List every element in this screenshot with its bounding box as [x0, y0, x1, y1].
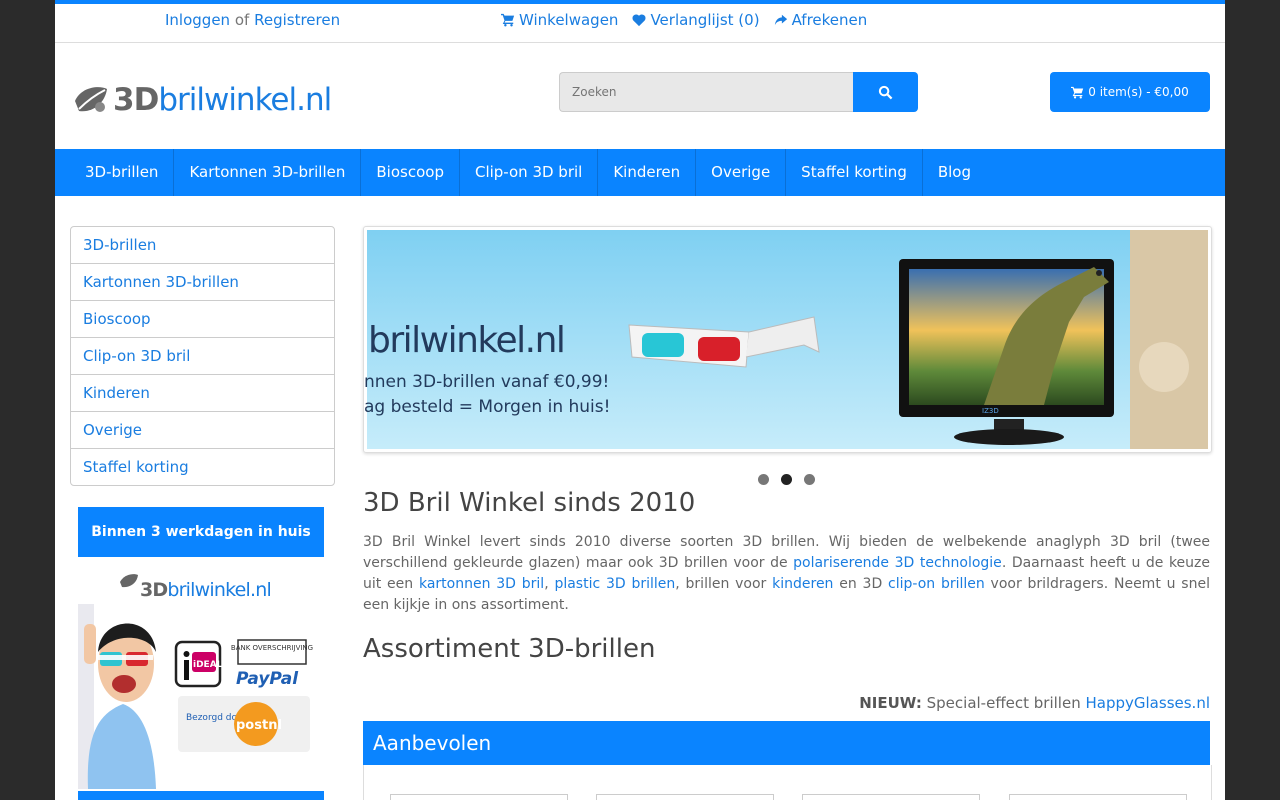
sidebar-item-staffel-korting[interactable]: Staffel korting	[71, 449, 334, 485]
search-bar	[559, 72, 918, 112]
link-kartonnen[interactable]: kartonnen 3D bril	[419, 576, 544, 592]
new-text: Special-effect brillen	[926, 694, 1081, 712]
svg-text:ag besteld = Morgen in huis!: ag besteld = Morgen in huis!	[364, 397, 610, 417]
page: Inloggen of Registreren Winkelwagen Verl…	[55, 0, 1225, 800]
svg-text:nnen 3D-brillen vanaf €0,99!: nnen 3D-brillen vanaf €0,99!	[364, 372, 609, 392]
top-links: Winkelwagen Verlanglijst (0) Afrekenen	[501, 11, 867, 29]
product-card[interactable]	[1009, 794, 1187, 800]
checkout-link-label: Afrekenen	[791, 11, 868, 29]
login-link[interactable]: Inloggen	[165, 11, 230, 29]
new-label: NIEUW:	[859, 694, 922, 712]
main-nav: 3D-brillen Kartonnen 3D-brillen Bioscoop…	[55, 149, 1225, 196]
svg-text:brilwinkel.nl: brilwinkel.nl	[368, 320, 564, 361]
top-bar: Inloggen of Registreren Winkelwagen Verl…	[55, 4, 1225, 43]
cart-button[interactable]: 0 item(s) - €0,00	[1050, 72, 1210, 112]
product-card[interactable]	[596, 794, 774, 800]
intro-comma: ,	[544, 576, 555, 592]
svg-text:PayPal: PayPal	[236, 669, 299, 689]
link-plastic[interactable]: plastic 3D brillen	[554, 576, 675, 592]
site-logo[interactable]: 3Dbrilwinkel.nl	[71, 79, 332, 121]
link-kinderen[interactable]: kinderen	[772, 576, 833, 592]
sidebar-bottom-bar	[78, 791, 324, 800]
link-polariserende[interactable]: polariserende 3D technologie	[793, 555, 1002, 571]
intro-text-3: , brillen voor	[675, 576, 773, 592]
svg-text:IZ3D: IZ3D	[982, 407, 999, 415]
cart-button-label: 0 item(s) - €0,00	[1088, 85, 1189, 99]
happyglasses-link[interactable]: HappyGlasses.nl	[1086, 694, 1211, 712]
new-notice: NIEUW: Special-effect brillen HappyGlass…	[859, 694, 1210, 712]
link-clip-on[interactable]: clip-on brillen	[888, 576, 985, 592]
slider-dot-3[interactable]	[804, 474, 815, 485]
recommended-header: Aanbevolen	[363, 721, 1210, 765]
nav-item-3d-brillen[interactable]: 3D-brillen	[55, 149, 175, 196]
payment-methods-ad: 3Dbrilwinkel.nl iDEAL BANK OVERSCHRIJVIN…	[78, 564, 324, 789]
logo-text-brand: brilwinkel.nl	[158, 82, 332, 118]
logo-text-3d: 3D	[113, 82, 159, 118]
cart-link[interactable]: Winkelwagen	[501, 11, 618, 29]
intro-text-4: en 3D	[833, 576, 889, 592]
wishlist-link-label: Verlanglijst (0)	[650, 11, 760, 29]
sidebar-item-clip-on[interactable]: Clip-on 3D bril	[71, 338, 334, 375]
page-title: 3D Bril Winkel sinds 2010	[363, 488, 696, 518]
nav-item-kinderen[interactable]: Kinderen	[598, 149, 697, 196]
svg-text:postnl: postnl	[236, 718, 282, 733]
cart-icon	[501, 13, 515, 27]
wishlist-link[interactable]: Verlanglijst (0)	[632, 11, 760, 29]
cart-link-label: Winkelwagen	[519, 11, 619, 29]
nav-item-overige[interactable]: Overige	[696, 149, 787, 196]
nav-item-blog[interactable]: Blog	[923, 149, 986, 196]
nav-item-bioscoop[interactable]: Bioscoop	[361, 149, 460, 196]
register-link[interactable]: Registreren	[254, 11, 340, 29]
slider-dot-1[interactable]	[758, 474, 769, 485]
product-card[interactable]	[802, 794, 980, 800]
delivery-promo-banner: Binnen 3 werkdagen in huis	[78, 507, 324, 557]
svg-text:iDEAL: iDEAL	[193, 660, 223, 670]
search-input[interactable]	[559, 72, 853, 112]
nav-item-kartonnen[interactable]: Kartonnen 3D-brillen	[174, 149, 362, 196]
sidebar-categories: 3D-brillen Kartonnen 3D-brillen Bioscoop…	[70, 226, 335, 486]
account-links: Inloggen of Registreren	[165, 11, 340, 29]
sidebar-item-kinderen[interactable]: Kinderen	[71, 375, 334, 412]
svg-text:3Dbrilwinkel.nl: 3Dbrilwinkel.nl	[140, 579, 271, 601]
nav-item-clip-on[interactable]: Clip-on 3D bril	[460, 149, 599, 196]
section-subtitle: Assortiment 3D-brillen	[363, 634, 656, 664]
share-icon	[774, 14, 787, 26]
recommended-products	[363, 765, 1212, 800]
or-text: of	[234, 11, 250, 29]
product-card[interactable]	[390, 794, 568, 800]
intro-paragraph: 3D Bril Winkel levert sinds 2010 diverse…	[363, 532, 1210, 616]
search-button[interactable]	[853, 72, 918, 112]
checkout-link[interactable]: Afrekenen	[774, 11, 868, 29]
hero-banner[interactable]: brilwinkel.nl nnen 3D-brillen vanaf €0,9…	[363, 226, 1212, 453]
sidebar-item-bioscoop[interactable]: Bioscoop	[71, 301, 334, 338]
slider-dots	[758, 474, 815, 485]
search-icon	[878, 85, 893, 99]
sidebar-item-overige[interactable]: Overige	[71, 412, 334, 449]
sidebar-item-3d-brillen[interactable]: 3D-brillen	[71, 227, 334, 264]
heart-icon	[632, 14, 646, 27]
slider-dot-2[interactable]	[781, 474, 792, 485]
sidebar-item-kartonnen[interactable]: Kartonnen 3D-brillen	[71, 264, 334, 301]
svg-text:BANK OVERSCHRIJVING: BANK OVERSCHRIJVING	[231, 644, 313, 652]
logo-leaf-icon	[75, 87, 107, 112]
nav-item-staffel-korting[interactable]: Staffel korting	[786, 149, 923, 196]
cart-icon	[1071, 86, 1084, 99]
